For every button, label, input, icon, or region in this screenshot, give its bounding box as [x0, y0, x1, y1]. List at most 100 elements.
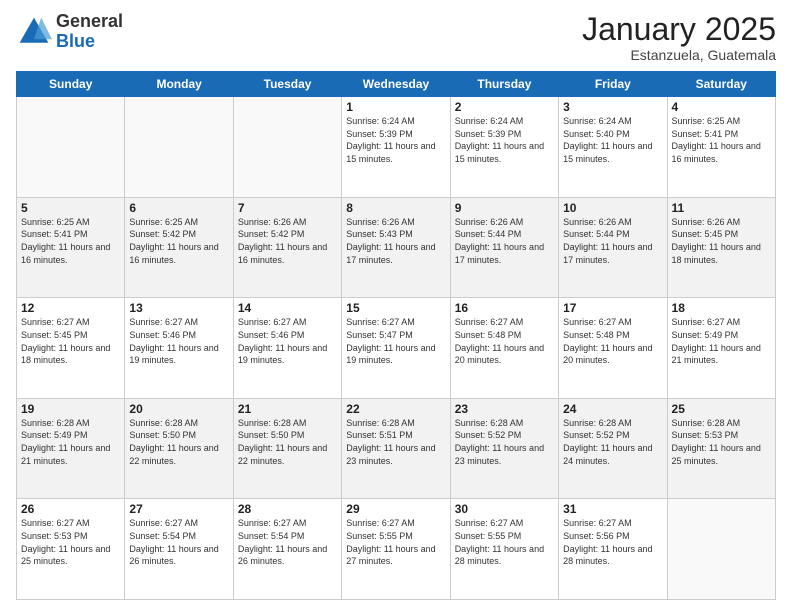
calendar-cell: 20Sunrise: 6:28 AM Sunset: 5:50 PM Dayli… [125, 398, 233, 499]
calendar-cell: 22Sunrise: 6:28 AM Sunset: 5:51 PM Dayli… [342, 398, 450, 499]
logo-general-text: General [56, 12, 123, 32]
calendar-cell [17, 97, 125, 198]
day-number: 12 [21, 301, 120, 315]
calendar-cell: 1Sunrise: 6:24 AM Sunset: 5:39 PM Daylig… [342, 97, 450, 198]
weekday-header-row: SundayMondayTuesdayWednesdayThursdayFrid… [17, 72, 776, 97]
day-info: Sunrise: 6:27 AM Sunset: 5:46 PM Dayligh… [129, 316, 228, 366]
day-number: 5 [21, 201, 120, 215]
calendar-cell: 2Sunrise: 6:24 AM Sunset: 5:39 PM Daylig… [450, 97, 558, 198]
day-info: Sunrise: 6:27 AM Sunset: 5:45 PM Dayligh… [21, 316, 120, 366]
calendar-cell: 4Sunrise: 6:25 AM Sunset: 5:41 PM Daylig… [667, 97, 775, 198]
calendar-cell: 18Sunrise: 6:27 AM Sunset: 5:49 PM Dayli… [667, 298, 775, 399]
day-number: 11 [672, 201, 771, 215]
day-number: 8 [346, 201, 445, 215]
month-title: January 2025 [582, 12, 776, 47]
day-info: Sunrise: 6:26 AM Sunset: 5:45 PM Dayligh… [672, 216, 771, 266]
logo-icon [16, 14, 52, 50]
weekday-header-saturday: Saturday [667, 72, 775, 97]
calendar-cell: 25Sunrise: 6:28 AM Sunset: 5:53 PM Dayli… [667, 398, 775, 499]
day-info: Sunrise: 6:28 AM Sunset: 5:51 PM Dayligh… [346, 417, 445, 467]
day-info: Sunrise: 6:27 AM Sunset: 5:49 PM Dayligh… [672, 316, 771, 366]
day-number: 22 [346, 402, 445, 416]
day-info: Sunrise: 6:28 AM Sunset: 5:50 PM Dayligh… [238, 417, 337, 467]
calendar-cell: 15Sunrise: 6:27 AM Sunset: 5:47 PM Dayli… [342, 298, 450, 399]
calendar-cell [667, 499, 775, 600]
day-number: 1 [346, 100, 445, 114]
logo: General Blue [16, 12, 123, 52]
day-info: Sunrise: 6:28 AM Sunset: 5:52 PM Dayligh… [563, 417, 662, 467]
calendar-cell: 31Sunrise: 6:27 AM Sunset: 5:56 PM Dayli… [559, 499, 667, 600]
week-row-4: 19Sunrise: 6:28 AM Sunset: 5:49 PM Dayli… [17, 398, 776, 499]
calendar-cell: 26Sunrise: 6:27 AM Sunset: 5:53 PM Dayli… [17, 499, 125, 600]
calendar-cell: 10Sunrise: 6:26 AM Sunset: 5:44 PM Dayli… [559, 197, 667, 298]
day-number: 16 [455, 301, 554, 315]
calendar-cell: 30Sunrise: 6:27 AM Sunset: 5:55 PM Dayli… [450, 499, 558, 600]
day-info: Sunrise: 6:26 AM Sunset: 5:44 PM Dayligh… [455, 216, 554, 266]
day-number: 13 [129, 301, 228, 315]
day-info: Sunrise: 6:27 AM Sunset: 5:48 PM Dayligh… [455, 316, 554, 366]
day-number: 7 [238, 201, 337, 215]
day-info: Sunrise: 6:27 AM Sunset: 5:46 PM Dayligh… [238, 316, 337, 366]
day-number: 2 [455, 100, 554, 114]
day-info: Sunrise: 6:27 AM Sunset: 5:55 PM Dayligh… [346, 517, 445, 567]
day-info: Sunrise: 6:27 AM Sunset: 5:55 PM Dayligh… [455, 517, 554, 567]
day-info: Sunrise: 6:27 AM Sunset: 5:47 PM Dayligh… [346, 316, 445, 366]
calendar-cell: 21Sunrise: 6:28 AM Sunset: 5:50 PM Dayli… [233, 398, 341, 499]
calendar-cell: 23Sunrise: 6:28 AM Sunset: 5:52 PM Dayli… [450, 398, 558, 499]
weekday-header-monday: Monday [125, 72, 233, 97]
day-info: Sunrise: 6:27 AM Sunset: 5:48 PM Dayligh… [563, 316, 662, 366]
calendar-cell: 6Sunrise: 6:25 AM Sunset: 5:42 PM Daylig… [125, 197, 233, 298]
calendar-cell: 12Sunrise: 6:27 AM Sunset: 5:45 PM Dayli… [17, 298, 125, 399]
day-info: Sunrise: 6:25 AM Sunset: 5:41 PM Dayligh… [672, 115, 771, 165]
day-info: Sunrise: 6:24 AM Sunset: 5:39 PM Dayligh… [455, 115, 554, 165]
calendar-table: SundayMondayTuesdayWednesdayThursdayFrid… [16, 71, 776, 600]
calendar-cell: 7Sunrise: 6:26 AM Sunset: 5:42 PM Daylig… [233, 197, 341, 298]
location: Estanzuela, Guatemala [582, 47, 776, 63]
day-number: 30 [455, 502, 554, 516]
day-info: Sunrise: 6:28 AM Sunset: 5:52 PM Dayligh… [455, 417, 554, 467]
title-block: January 2025 Estanzuela, Guatemala [582, 12, 776, 63]
day-number: 28 [238, 502, 337, 516]
calendar-cell: 5Sunrise: 6:25 AM Sunset: 5:41 PM Daylig… [17, 197, 125, 298]
calendar-cell: 8Sunrise: 6:26 AM Sunset: 5:43 PM Daylig… [342, 197, 450, 298]
day-number: 3 [563, 100, 662, 114]
day-number: 29 [346, 502, 445, 516]
day-info: Sunrise: 6:28 AM Sunset: 5:50 PM Dayligh… [129, 417, 228, 467]
calendar-cell [125, 97, 233, 198]
week-row-3: 12Sunrise: 6:27 AM Sunset: 5:45 PM Dayli… [17, 298, 776, 399]
calendar-cell: 16Sunrise: 6:27 AM Sunset: 5:48 PM Dayli… [450, 298, 558, 399]
day-number: 26 [21, 502, 120, 516]
day-info: Sunrise: 6:27 AM Sunset: 5:54 PM Dayligh… [238, 517, 337, 567]
day-number: 15 [346, 301, 445, 315]
calendar-cell: 13Sunrise: 6:27 AM Sunset: 5:46 PM Dayli… [125, 298, 233, 399]
calendar-cell: 27Sunrise: 6:27 AM Sunset: 5:54 PM Dayli… [125, 499, 233, 600]
day-info: Sunrise: 6:27 AM Sunset: 5:56 PM Dayligh… [563, 517, 662, 567]
calendar-cell: 17Sunrise: 6:27 AM Sunset: 5:48 PM Dayli… [559, 298, 667, 399]
day-number: 21 [238, 402, 337, 416]
week-row-1: 1 Sunrise: 6:24 AM Sunset: 5:39 PM Daylig… [17, 97, 776, 198]
day-info: Sunrise: 6:28 AM Sunset: 5:49 PM Dayligh… [21, 417, 120, 467]
day-info: Sunrise: 6:26 AM Sunset: 5:43 PM Dayligh… [346, 216, 445, 266]
calendar-cell: 14Sunrise: 6:27 AM Sunset: 5:46 PM Dayli… [233, 298, 341, 399]
day-number: 10 [563, 201, 662, 215]
day-number: 14 [238, 301, 337, 315]
day-number: 17 [563, 301, 662, 315]
weekday-header-sunday: Sunday [17, 72, 125, 97]
day-number: 4 [672, 100, 771, 114]
week-row-5: 26Sunrise: 6:27 AM Sunset: 5:53 PM Dayli… [17, 499, 776, 600]
day-info: Sunrise: 6:24 AM Sunset: 5:40 PM Dayligh… [563, 115, 662, 165]
weekday-header-thursday: Thursday [450, 72, 558, 97]
logo-blue-text: Blue [56, 32, 123, 52]
day-number: 9 [455, 201, 554, 215]
calendar-cell: 11Sunrise: 6:26 AM Sunset: 5:45 PM Dayli… [667, 197, 775, 298]
day-info: Sunrise: 6:26 AM Sunset: 5:44 PM Dayligh… [563, 216, 662, 266]
weekday-header-wednesday: Wednesday [342, 72, 450, 97]
day-info: Sunrise: 6:27 AM Sunset: 5:53 PM Dayligh… [21, 517, 120, 567]
logo-text: General Blue [56, 12, 123, 52]
day-info: Sunrise: 6:26 AM Sunset: 5:42 PM Dayligh… [238, 216, 337, 266]
calendar-cell [233, 97, 341, 198]
calendar-cell: 29Sunrise: 6:27 AM Sunset: 5:55 PM Dayli… [342, 499, 450, 600]
weekday-header-friday: Friday [559, 72, 667, 97]
day-number: 19 [21, 402, 120, 416]
day-number: 31 [563, 502, 662, 516]
